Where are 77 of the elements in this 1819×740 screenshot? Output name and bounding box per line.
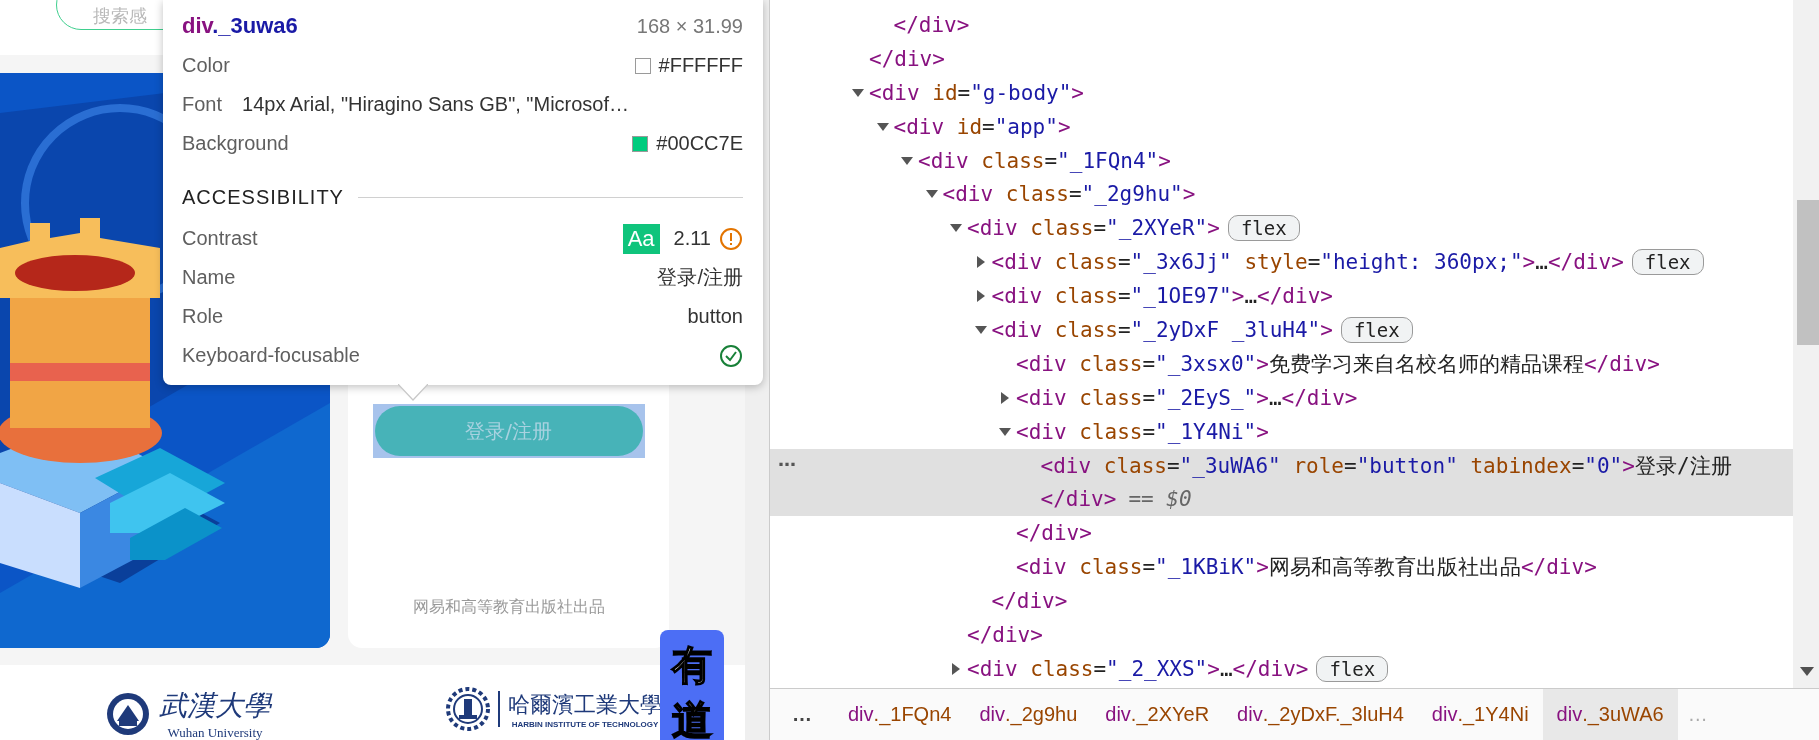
node-markup: <div class="_3x6Jj" style="height: 360px;">…</div> — [991, 250, 1624, 275]
gear-emblem-icon — [446, 687, 490, 731]
property-label: Keyboard-focusable — [182, 344, 360, 367]
property-label: Color — [182, 54, 230, 77]
tree-row[interactable]: … <div class="_3uWA6" role="button" tabindex="0">登录/注册 </div> == $0 — [770, 448, 1793, 517]
closing-tag: </div> — [869, 46, 945, 71]
university-name: 武漢大學 — [159, 688, 271, 724]
university-english-name: Wuhan University — [167, 725, 263, 740]
property-value: #00CC7E — [656, 132, 743, 155]
flex-badge[interactable]: flex — [1316, 655, 1389, 682]
breadcrumb[interactable]: div._2yDxF._3luH4 — [1223, 689, 1418, 740]
console-reference: == $0 — [1128, 487, 1192, 512]
node-markup: <div class="_2g9hu"> — [942, 182, 1196, 207]
element-size: 168 × 31.99 — [636, 14, 743, 38]
property-label: Background — [182, 132, 289, 155]
tree-row[interactable]: <div class="_1Y4Ni"> — [770, 414, 1793, 449]
more-button[interactable]: … — [778, 448, 796, 483]
color-swatch — [632, 135, 649, 152]
node-markup: <div class="_1FQn4"> — [918, 148, 1171, 173]
element-title: div._3uwa6 — [182, 13, 298, 39]
property-value: 登录/注册 — [657, 265, 743, 290]
property-label: Font — [182, 93, 223, 116]
tree-row[interactable]: <div class="_2EyS_">…</div> — [770, 380, 1793, 415]
node-markup: <div class="_1Y4Ni"> — [1016, 419, 1269, 444]
section-heading: ACCESSIBILITY — [182, 185, 344, 209]
property-label: Role — [182, 305, 224, 328]
breadcrumb[interactable]: div._2XYeR — [1091, 689, 1224, 740]
university-emblem-icon — [105, 691, 151, 737]
breadcrumb[interactable]: div._3uWA6 — [1542, 689, 1678, 740]
color-swatch — [634, 57, 651, 74]
node-markup: <div id="app"> — [893, 114, 1071, 139]
scrollbar-track[interactable] — [1793, 0, 1819, 689]
contrast-sample: Aa — [622, 223, 660, 254]
university-name: 哈爾濱工業大學 — [508, 690, 662, 719]
tree-row[interactable]: <div id="g-body"> — [770, 75, 1793, 110]
closing-tag: </div> — [991, 589, 1068, 614]
node-markup: <div class="_1KBiK">网易和高等教育出版社出品</div> — [1016, 554, 1597, 582]
tree-row[interactable]: <div class="_2yDxF _3luH4"> flex — [770, 313, 1793, 347]
tree-row[interactable]: <div id="app"> — [770, 109, 1793, 144]
node-markup: <div class="_2yDxF _3luH4"> — [991, 317, 1333, 342]
tree-row[interactable]: <div class="_2_XXS">…</div> flex — [770, 651, 1793, 686]
flex-badge[interactable]: flex — [1631, 249, 1704, 276]
breadcrumb[interactable]: div._1Y4Ni — [1417, 689, 1543, 740]
tree-row[interactable]: <div class="_2XYeR"> flex — [770, 211, 1793, 246]
node-markup: <div class="_1OE97">…</div> — [991, 284, 1333, 309]
breadcrumb[interactable]: div._1FQn4 — [834, 689, 966, 740]
side-tab[interactable]: 有道 — [660, 630, 724, 740]
closing-tag: </div> — [1016, 521, 1092, 546]
tree-row[interactable]: <div class="_1OE97">…</div> — [770, 279, 1793, 313]
breadcrumb[interactable]: div._2g9hu — [965, 689, 1092, 740]
node-markup: <div class="_3uWA6" role="button" tabindex="0">登录/注册 — [1040, 452, 1732, 480]
university-english-name: HARBIN INSTITUTE OF TECHNOLOGY — [511, 719, 659, 729]
scroll-down-arrow-icon[interactable] — [1800, 667, 1814, 677]
node-markup: <div class="_3xsx0">免费学习来自名校名师的精品课程</div> — [1016, 350, 1660, 378]
closing-tag: </div> — [967, 622, 1043, 647]
more-crumbs-button[interactable]: … — [770, 689, 834, 740]
node-markup: <div class="_2EyS_">…</div> — [1016, 385, 1358, 410]
flex-badge[interactable]: flex — [1227, 215, 1300, 242]
tree-row[interactable]: <div class="_3x6Jj" style="height: 360px;">…</div> flex — [770, 245, 1793, 280]
property-value: 14px Arial, "Hiragino Sans GB", "Microsof… — [242, 93, 631, 116]
tree-row[interactable]: <div class="_1KBiK">网易和高等教育出版社出品</div> — [770, 550, 1793, 585]
property-value: button — [687, 305, 743, 328]
node-markup: <div id="g-body"> — [869, 80, 1084, 105]
node-markup: <div class="_2XYeR"> — [967, 216, 1220, 241]
node-markup: <div class="_2_XXS">…</div> — [967, 656, 1309, 681]
closing-tag: </div> — [1040, 487, 1117, 512]
property-value: #FFFFFF — [658, 54, 743, 77]
tree-row[interactable]: <div class="_2g9hu"> — [770, 177, 1793, 212]
tree-row[interactable]: <div class="_1FQn4"> — [770, 143, 1793, 178]
closing-tag: </div> — [893, 12, 970, 37]
property-label: Name — [182, 266, 236, 289]
scrollbar-thumb[interactable] — [1797, 200, 1819, 345]
publisher-note: 网易和高等教育出版社出品 — [412, 597, 605, 618]
property-label: Contrast — [182, 227, 258, 250]
tree-row[interactable]: <div class="_3xsx0">免费学习来自名校名师的精品课程</div> — [770, 346, 1793, 381]
contrast-ratio: 2.11 — [673, 227, 711, 250]
flex-badge[interactable]: flex — [1340, 316, 1413, 343]
